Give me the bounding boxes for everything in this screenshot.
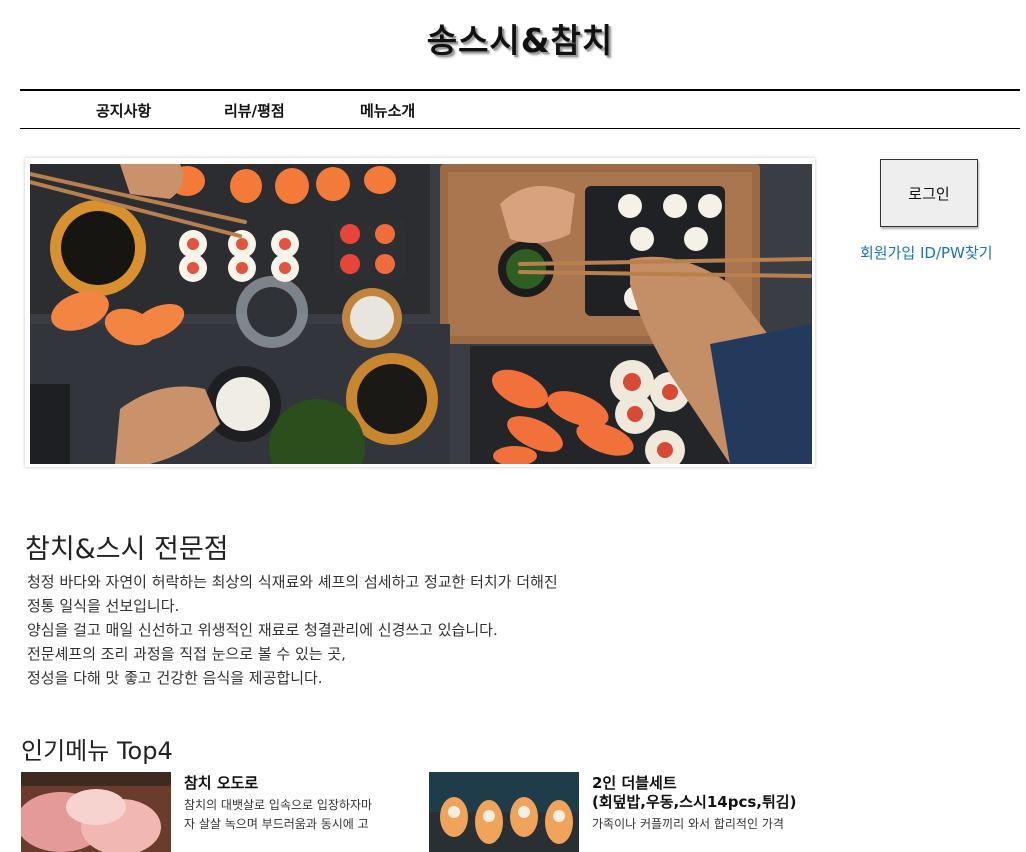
menu-name-line: (회덮밥,우동,스시14pcs,튀김) [592, 793, 797, 811]
hero-banner [25, 158, 815, 467]
double-set-thumbnail [429, 772, 579, 852]
menu-name: 2인 더블세트 (회덮밥,우동,스시14pcs,튀김) [592, 774, 796, 812]
top-navigation: 공지사항 리뷰/평점 메뉴소개 [20, 89, 1020, 129]
intro-line: 양심을 걸고 매일 신선하고 위생적인 재료로 청결관리에 신경쓰고 있습니다. [27, 621, 498, 639]
menu-desc-line: 자 살살 녹으며 부드러움과 동시에 고 [184, 817, 369, 831]
intro-line: 청정 바다와 자연이 허락하는 최상의 식재료와 셰프의 섬세하고 정교한 터치… [27, 573, 558, 591]
intro-line: 정통 일식을 선보입니다. [27, 597, 180, 615]
menu-name: 참치 오도로 [184, 774, 259, 792]
menu-desc-line: 참치의 대뱃살로 입속으로 입장하자마 [184, 798, 373, 812]
menu-description: 참치의 대뱃살로 입속으로 입장하자마 자 살살 녹으며 부드러움과 동시에 고 [184, 796, 414, 834]
menu-description: 가족이나 커플끼리 와서 합리적인 가격 [592, 815, 822, 834]
login-button[interactable]: 로그인 [880, 159, 978, 227]
otoro-thumbnail [21, 772, 171, 852]
nav-item-notice[interactable]: 공지사항 [96, 100, 151, 121]
sushi-table-photo [30, 164, 812, 464]
nav-item-menu[interactable]: 메뉴소개 [360, 100, 415, 121]
nav-item-reviews[interactable]: 리뷰/평점 [224, 100, 285, 121]
intro-description: 청정 바다와 자연이 허락하는 최상의 식재료와 셰프의 섬세하고 정교한 터치… [27, 570, 558, 690]
account-links: 회원가입 ID/PW찾기 [860, 242, 993, 263]
signup-link[interactable]: 회원가입 [860, 244, 915, 262]
popular-menu-title: 인기메뉴 Top4 [21, 737, 173, 765]
menu-card-double-set[interactable]: 2인 더블세트 (회덮밥,우동,스시14pcs,튀김) 가족이나 커플끼리 와서… [429, 772, 829, 852]
intro-line: 정성을 다해 맛 좋고 건강한 음식을 제공합니다. [27, 669, 323, 687]
site-title: 송스시&참치 [426, 21, 614, 60]
find-id-pw-link[interactable]: ID/PW찾기 [920, 244, 993, 262]
menu-card-otoro[interactable]: 참치 오도로 참치의 대뱃살로 입속으로 입장하자마 자 살살 녹으며 부드러움… [21, 772, 421, 852]
menu-desc-line: 가족이나 커플끼리 와서 합리적인 가격 [592, 817, 784, 831]
menu-name-line: 2인 더블세트 [592, 774, 677, 792]
intro-title: 참치&스시 전문점 [25, 534, 229, 565]
intro-line: 전문셰프의 조리 과정을 직접 눈으로 볼 수 있는 곳, [27, 645, 346, 663]
